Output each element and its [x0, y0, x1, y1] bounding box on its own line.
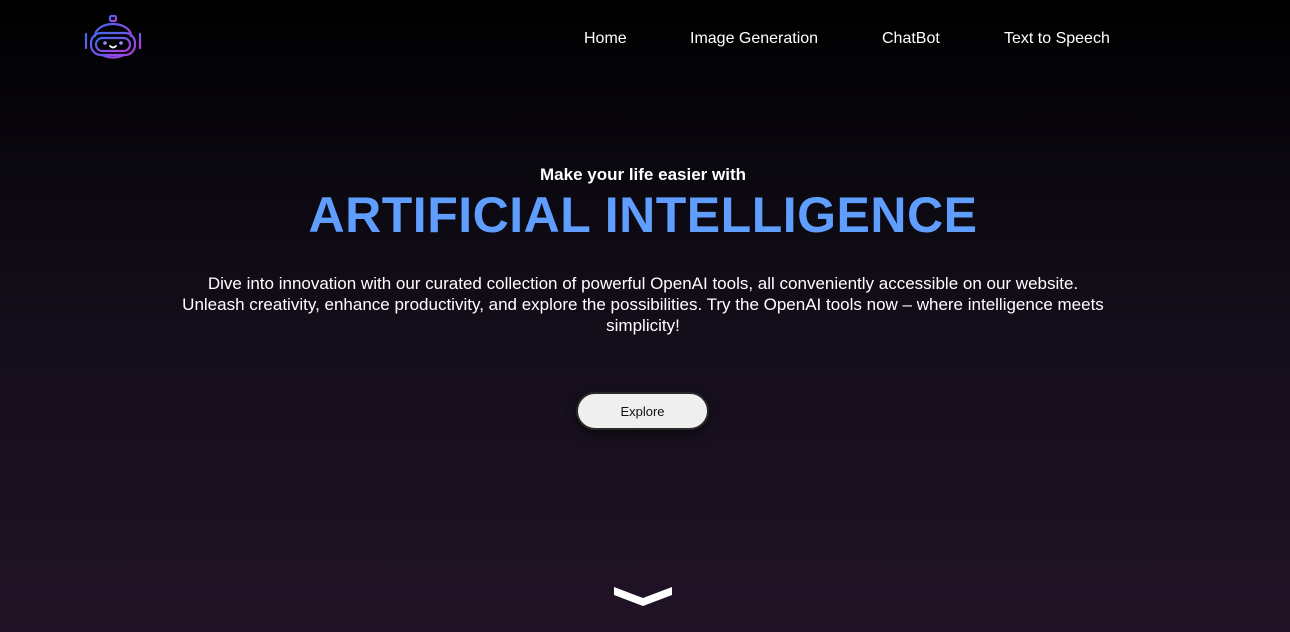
explore-button[interactable]: Explore	[576, 392, 709, 430]
hero-subtitle: Make your life easier with	[540, 165, 746, 184]
main-nav: Home Image Generation ChatBot Text to Sp…	[0, 30, 1290, 50]
chevron-down-icon[interactable]	[613, 586, 673, 608]
nav-item-home[interactable]: Home	[584, 30, 627, 48]
hero-description: Dive into innovation with our curated co…	[182, 274, 1104, 335]
hero-title: ARTIFICIAL INTELLIGENCE	[308, 187, 978, 243]
nav-item-chatbot[interactable]: ChatBot	[882, 30, 940, 48]
nav-item-image-generation[interactable]: Image Generation	[690, 30, 818, 48]
nav-item-text-to-speech[interactable]: Text to Speech	[1004, 30, 1110, 48]
